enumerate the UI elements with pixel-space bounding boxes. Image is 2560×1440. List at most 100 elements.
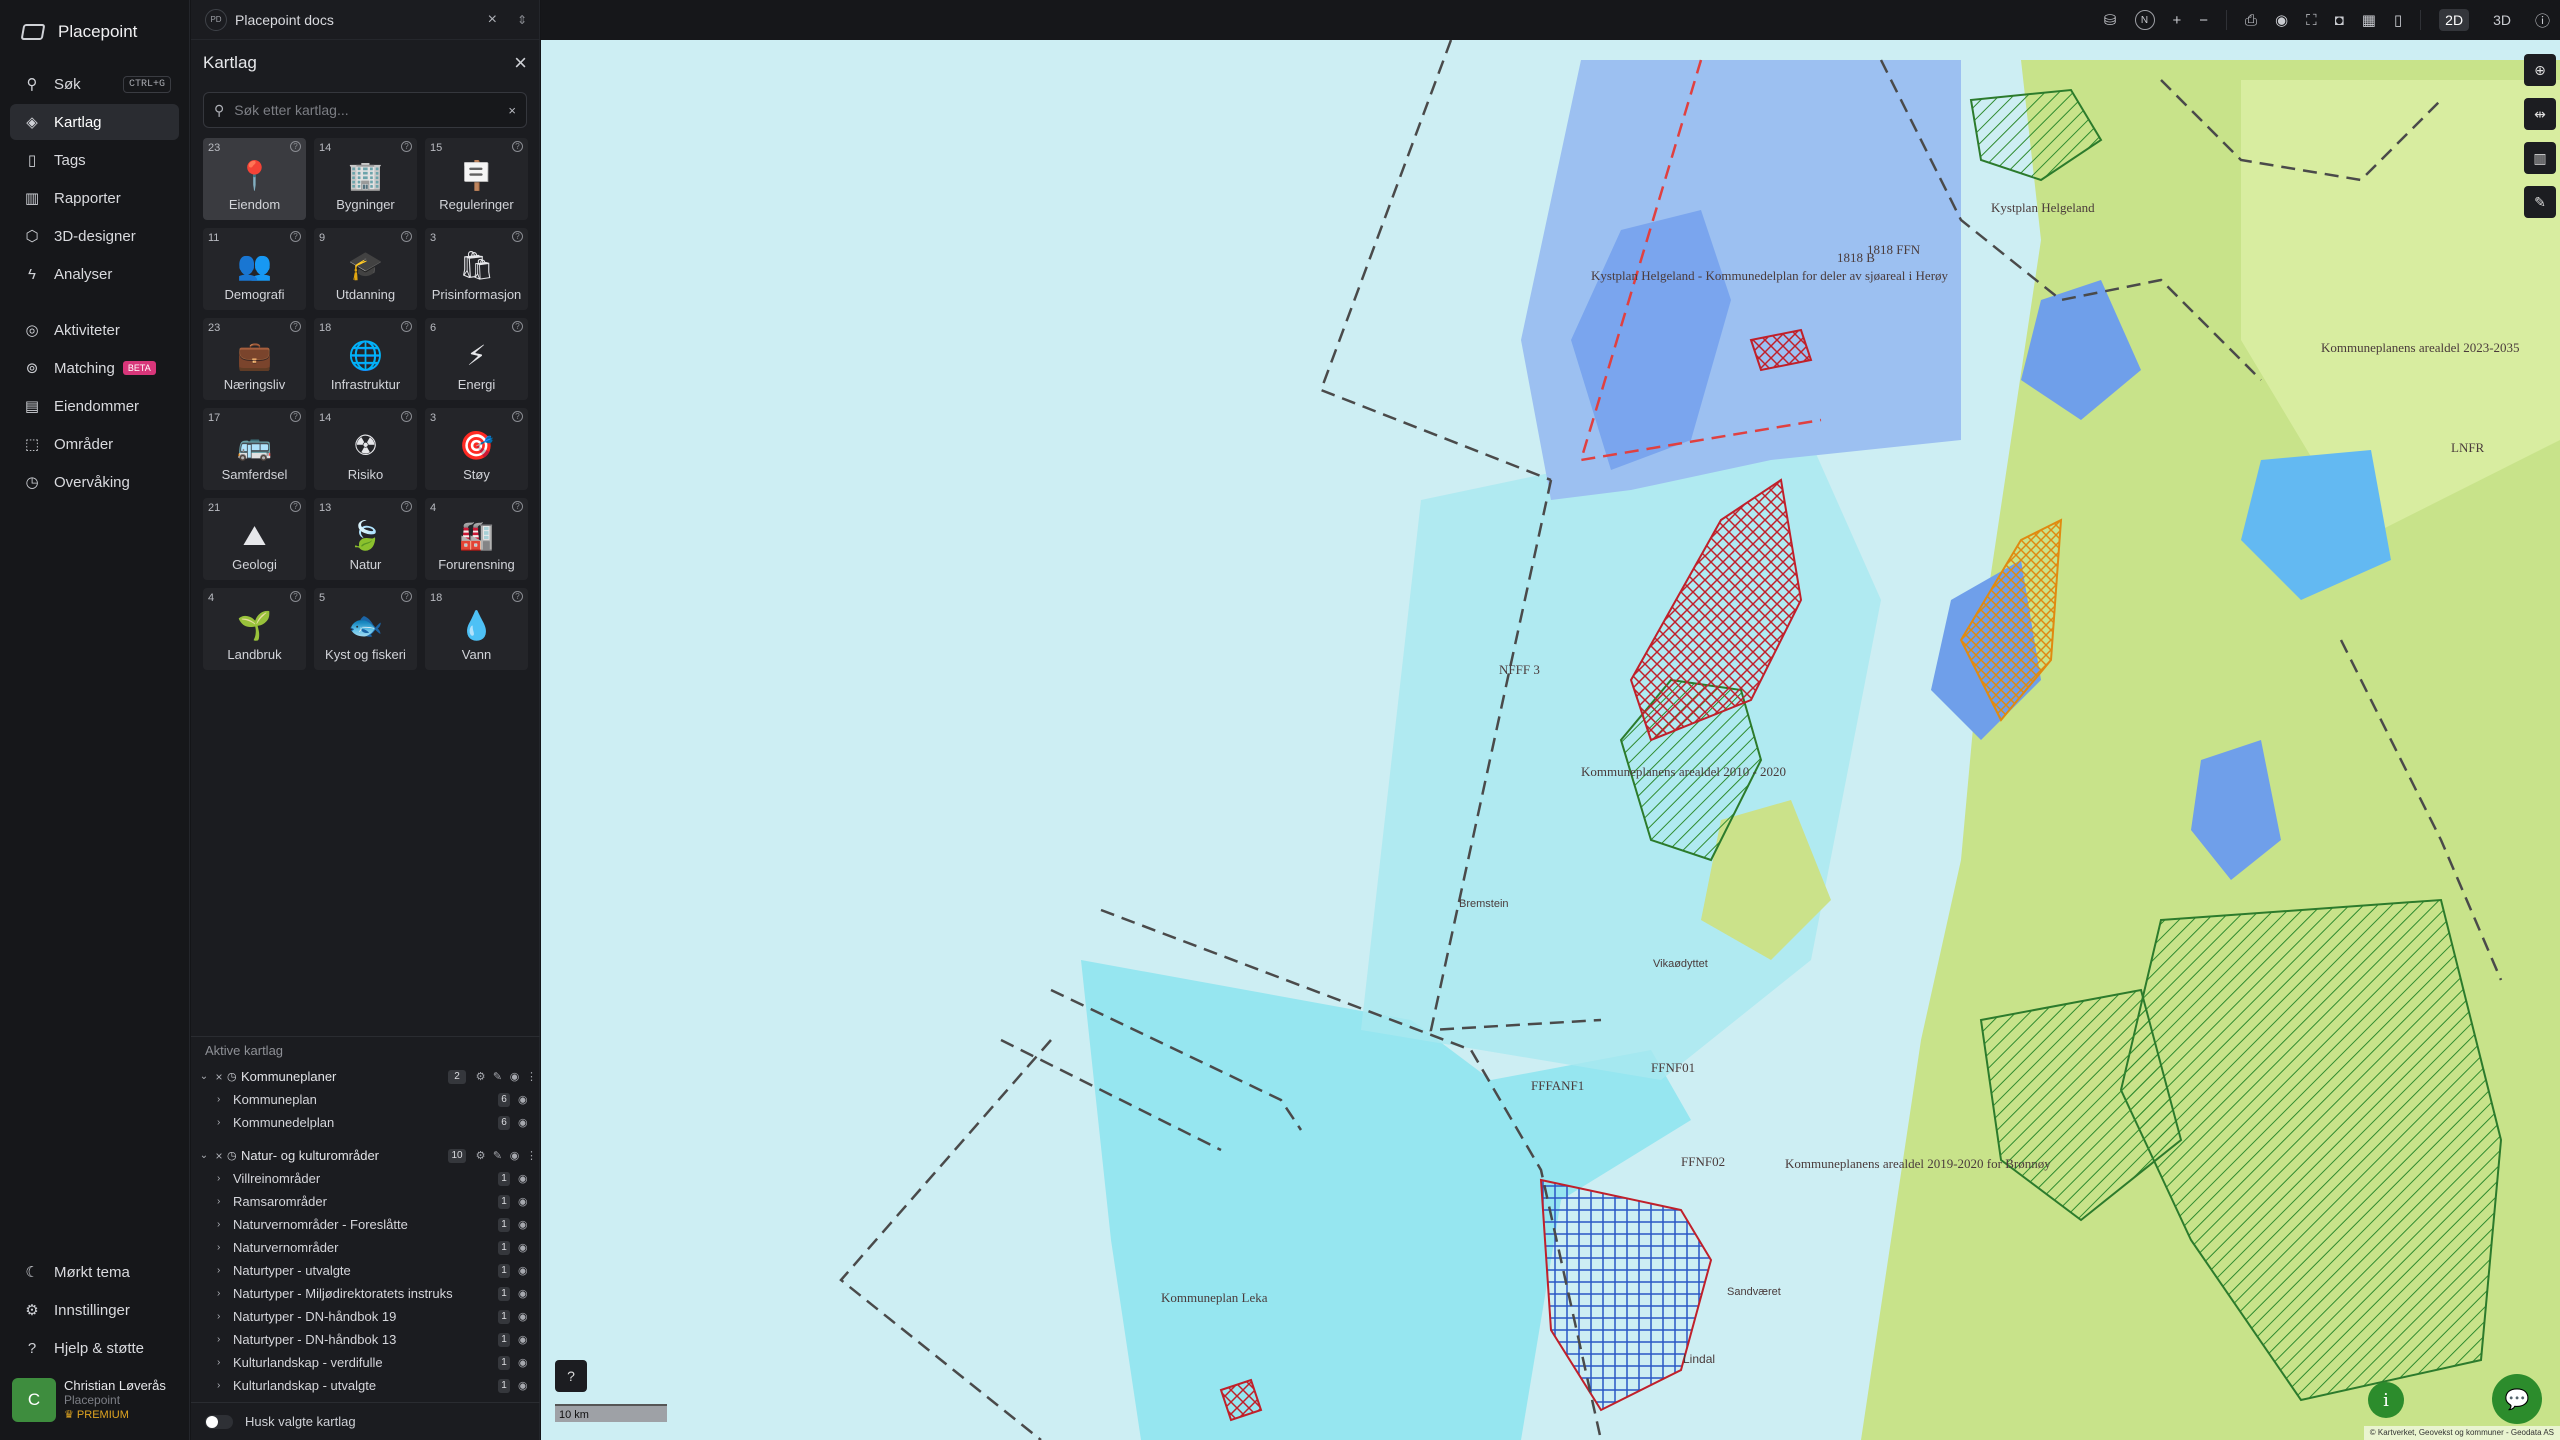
eye-icon[interactable]: ◉ (518, 1195, 534, 1208)
chevron-down-icon[interactable]: ⌄ (197, 1071, 211, 1082)
category-tile-næringsliv[interactable]: 23? 💼 Næringsliv (203, 318, 306, 400)
nav-item-3d-designer[interactable]: ⬡ 3D-designer (10, 218, 179, 254)
info-icon[interactable]: ? (401, 141, 412, 152)
info-button[interactable]: i (2368, 1382, 2404, 1418)
layer-row[interactable]: › Naturtyper - DN-håndbok 13 1 ◉ (191, 1328, 540, 1351)
more-icon[interactable]: ⋮ (523, 1070, 540, 1083)
chevron-right-icon[interactable]: › (217, 1196, 233, 1207)
category-tile-kyst-og-fiskeri[interactable]: 5? 🐟 Kyst og fiskeri (314, 588, 417, 670)
category-tile-geologi[interactable]: 21? ⛰ Geologi (203, 498, 306, 580)
chevron-right-icon[interactable]: › (217, 1311, 233, 1322)
layer-row[interactable]: › Kommunedelplan 6 ◉ (191, 1111, 540, 1134)
eye-icon[interactable]: ◉ (506, 1149, 523, 1162)
remove-icon[interactable]: × (211, 1070, 227, 1084)
info-icon[interactable]: ? (401, 231, 412, 242)
eye-icon[interactable]: ◉ (2275, 11, 2288, 29)
eye-icon[interactable]: ◉ (518, 1241, 534, 1254)
settings-icon[interactable]: ⚙ (472, 1070, 489, 1083)
grid-icon[interactable]: ▦ (2362, 11, 2376, 29)
stats-icon[interactable]: ▥ (2524, 142, 2556, 174)
eye-icon[interactable]: ◉ (518, 1218, 534, 1231)
info-icon[interactable]: ? (290, 321, 301, 332)
remember-layers[interactable]: Husk valgte kartlag (191, 1402, 540, 1440)
nav-item-matching[interactable]: ⊚ Matching BETA (10, 350, 179, 386)
layer-row[interactable]: › Naturvernområder - Foreslåtte 1 ◉ (191, 1213, 540, 1236)
info-icon[interactable]: ? (512, 141, 523, 152)
layers-stack-icon[interactable]: ⛁ (2104, 11, 2117, 29)
project-switcher[interactable]: PD Placepoint docs × ⇕ (191, 0, 539, 40)
category-tile-prisinformasjon[interactable]: 3? 🛍 Prisinformasjon (425, 228, 528, 310)
eye-icon[interactable]: ◉ (518, 1093, 534, 1106)
category-tile-infrastruktur[interactable]: 18? 🌐 Infrastruktur (314, 318, 417, 400)
category-tile-energi[interactable]: 6? ⚡ Energi (425, 318, 528, 400)
category-tile-natur[interactable]: 13? 🍃 Natur (314, 498, 417, 580)
nav-item-aktiviteter[interactable]: ◎ Aktiviteter (10, 312, 179, 348)
map-help-icon[interactable]: ? (555, 1360, 587, 1392)
layer-row[interactable]: › Naturtyper - DN-håndbok 19 1 ◉ (191, 1305, 540, 1328)
category-tile-bygninger[interactable]: 14? 🏢 Bygninger (314, 138, 417, 220)
category-tile-demografi[interactable]: 11? 👥 Demografi (203, 228, 306, 310)
info-icon[interactable]: ? (512, 591, 523, 602)
eye-icon[interactable]: ◉ (518, 1310, 534, 1323)
edit-icon[interactable]: ✎ (489, 1070, 506, 1083)
user-profile[interactable]: C Christian Løverås Placepoint ♛ PREMIUM (12, 1374, 178, 1426)
chevron-right-icon[interactable]: › (217, 1380, 233, 1391)
close-project-icon[interactable]: × (488, 11, 497, 29)
eye-icon[interactable]: ◉ (518, 1287, 534, 1300)
nav-item-omrader[interactable]: ⬚ Områder (10, 426, 179, 462)
layer-row[interactable]: › Naturvernområder 1 ◉ (191, 1236, 540, 1259)
chevron-right-icon[interactable]: › (217, 1288, 233, 1299)
info-icon[interactable]: ? (512, 501, 523, 512)
layer-group-row[interactable]: ⌄ × ◷ Kommuneplaner 2 ⚙ ✎ ◉ ⋮ (191, 1065, 540, 1088)
settings-icon[interactable]: ⚙ (472, 1149, 489, 1162)
layer-row[interactable]: › Kommuneplan 6 ◉ (191, 1088, 540, 1111)
info-icon[interactable]: ? (290, 411, 301, 422)
info-icon[interactable]: ? (401, 411, 412, 422)
close-icon[interactable]: × (514, 50, 527, 76)
remember-toggle[interactable] (205, 1414, 233, 1429)
measure-icon[interactable]: ⇹ (2524, 98, 2556, 130)
info-icon[interactable]: ? (290, 141, 301, 152)
remove-icon[interactable]: × (211, 1149, 227, 1163)
chevron-right-icon[interactable]: › (217, 1242, 233, 1253)
layer-row[interactable]: › Villreinområder 1 ◉ (191, 1167, 540, 1190)
eye-icon[interactable]: ◉ (506, 1070, 523, 1083)
chat-button[interactable]: 💬 (2492, 1374, 2542, 1424)
info-icon[interactable]: ? (401, 591, 412, 602)
chevron-down-icon[interactable]: ⌄ (197, 1150, 211, 1161)
layer-picker-icon[interactable]: ⊕ (2524, 54, 2556, 86)
chevron-right-icon[interactable]: › (217, 1357, 233, 1368)
category-tile-støy[interactable]: 3? 🎯 Støy (425, 408, 528, 490)
print-icon[interactable]: ⎙ (2245, 12, 2257, 29)
category-tile-utdanning[interactable]: 9? 🎓 Utdanning (314, 228, 417, 310)
brand[interactable]: Placepoint (0, 0, 189, 64)
draw-icon[interactable]: ✎ (2524, 186, 2556, 218)
eye-icon[interactable]: ◉ (518, 1356, 534, 1369)
zoom-out-icon[interactable]: − (2199, 12, 2208, 29)
category-tile-risiko[interactable]: 14? ☢ Risiko (314, 408, 417, 490)
chevron-right-icon[interactable]: › (217, 1219, 233, 1230)
nav-item-rapporter[interactable]: ▥ Rapporter (10, 180, 179, 216)
nav-item-dark-theme[interactable]: ☾ Mørkt tema (10, 1254, 180, 1290)
info-icon[interactable]: ⓘ (2535, 10, 2550, 31)
info-icon[interactable]: ? (512, 231, 523, 242)
layer-row[interactable]: › Kulturlandskap - verdifulle 1 ◉ (191, 1351, 540, 1374)
eye-icon[interactable]: ◉ (518, 1333, 534, 1346)
edit-icon[interactable]: ✎ (489, 1149, 506, 1162)
nav-item-overvaking[interactable]: ◷ Overvåking (10, 464, 179, 500)
info-icon[interactable]: ? (401, 501, 412, 512)
chevron-right-icon[interactable]: › (217, 1265, 233, 1276)
chevron-updown-icon[interactable]: ⇕ (517, 13, 527, 27)
category-tile-vann[interactable]: 18? 💧 Vann (425, 588, 528, 670)
map-canvas[interactable]: Kystplan Helgeland - Kommunedelplan for … (541, 40, 2560, 1440)
layer-row[interactable]: › Ramsarområder 1 ◉ (191, 1190, 540, 1213)
layer-row[interactable]: › Naturtyper - Miljødirektoratets instruk… (191, 1282, 540, 1305)
nav-item-eiendommer[interactable]: ▤ Eiendommer (10, 388, 179, 424)
layer-row[interactable]: › Naturtyper - utvalgte 1 ◉ (191, 1259, 540, 1282)
category-tile-reguleringer[interactable]: 15? 🪧 Reguleringer (425, 138, 528, 220)
eye-icon[interactable]: ◉ (518, 1116, 534, 1129)
eye-icon[interactable]: ◉ (518, 1172, 534, 1185)
chevron-right-icon[interactable]: › (217, 1094, 233, 1105)
chevron-right-icon[interactable]: › (217, 1173, 233, 1184)
more-icon[interactable]: ⋮ (523, 1149, 540, 1162)
